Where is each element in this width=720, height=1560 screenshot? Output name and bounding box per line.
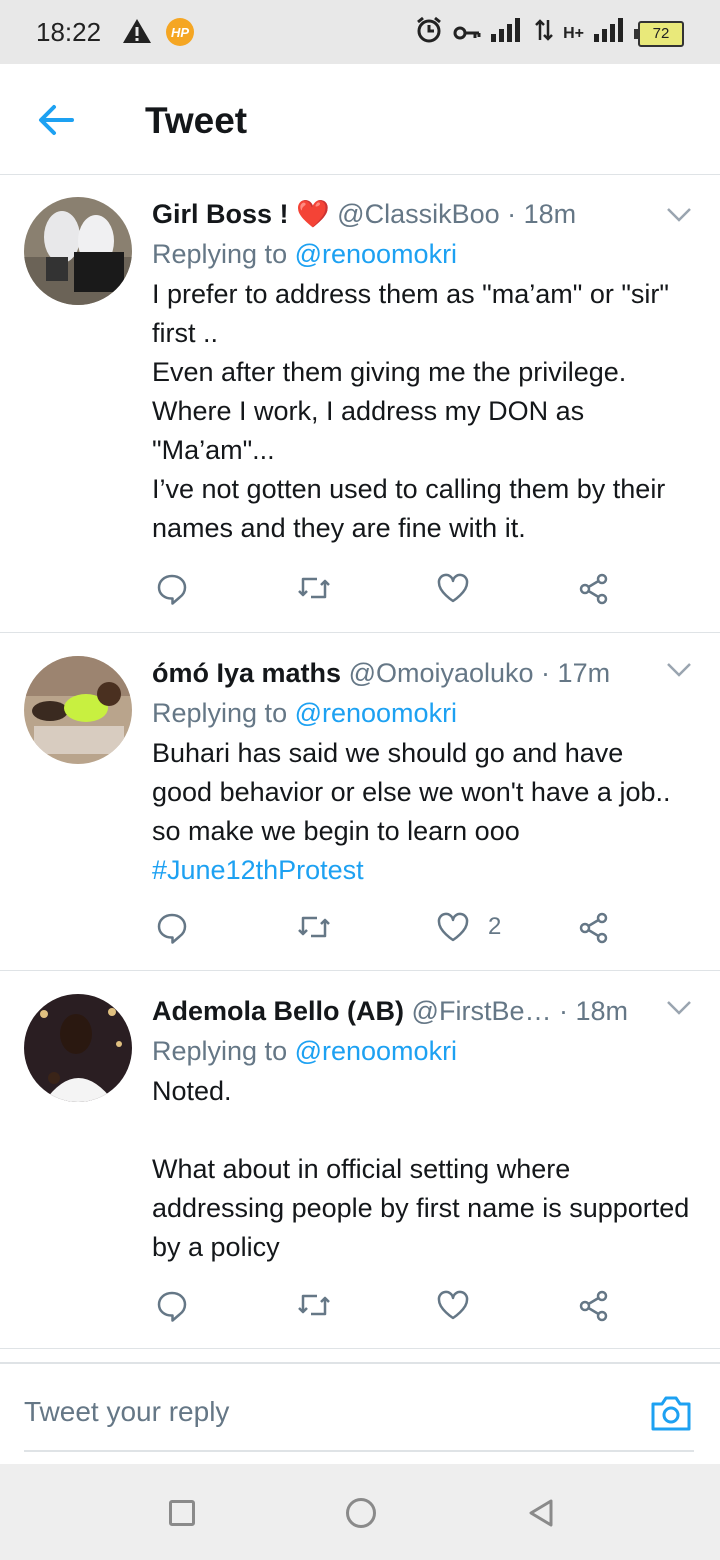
battery-level: 72 xyxy=(652,25,670,42)
back-button[interactable] xyxy=(36,102,76,138)
reply-icon xyxy=(157,913,187,944)
recents-button[interactable] xyxy=(169,1500,195,1526)
tweet-text-content: Buhari has said we should go and have go… xyxy=(152,738,671,846)
chevron-down-icon[interactable] xyxy=(666,207,692,223)
camera-button[interactable] xyxy=(650,1394,692,1432)
retweet-icon xyxy=(298,916,330,938)
display-name[interactable]: Girl Boss ! ❤️ xyxy=(152,199,330,229)
tweet-text: I prefer to address them as "ma’am" or "… xyxy=(152,279,670,543)
tweet-actions xyxy=(152,573,692,613)
share-button[interactable] xyxy=(578,573,610,605)
share-icon xyxy=(579,912,608,944)
back-triangle-icon xyxy=(529,1499,553,1527)
heart-icon xyxy=(437,912,469,942)
camera-icon xyxy=(651,1396,691,1431)
chevron-down-icon[interactable] xyxy=(666,662,692,678)
retweet-button[interactable] xyxy=(296,573,332,603)
share-icon xyxy=(579,1290,608,1322)
avatar[interactable] xyxy=(24,197,132,305)
retweet-button[interactable] xyxy=(296,912,332,942)
reply-placeholder: Tweet your reply xyxy=(24,1396,230,1427)
like-button[interactable] xyxy=(436,573,480,603)
mention-link[interactable]: @renoomokri xyxy=(295,698,457,728)
tweet-header: ómó Iya maths @Omoiyaoluko · 17m xyxy=(152,656,690,690)
chevron-down-icon[interactable] xyxy=(666,1000,692,1016)
reply-button[interactable] xyxy=(156,573,188,605)
mention-link[interactable]: @renoomokri xyxy=(295,1036,457,1066)
heart-icon xyxy=(437,573,469,603)
like-count: 2 xyxy=(488,913,502,940)
tweet-text: Noted. What about in official setting wh… xyxy=(152,1076,690,1262)
status-time: 18:22 xyxy=(36,17,102,47)
like-button[interactable]: 2 xyxy=(436,912,501,942)
avatar[interactable] xyxy=(24,656,132,764)
replying-to-label: Replying to xyxy=(152,698,295,728)
replying-to: Replying to @renoomokri xyxy=(152,237,690,271)
tweet-actions: 2 xyxy=(152,912,692,952)
retweet-button[interactable] xyxy=(296,1290,332,1320)
share-button[interactable] xyxy=(578,912,610,944)
share-button[interactable] xyxy=(578,1290,610,1322)
handle-and-time: @Omoiyaoluko · 17m xyxy=(348,658,611,688)
reply-button[interactable] xyxy=(156,912,188,944)
heart-icon xyxy=(437,1290,469,1320)
reply-icon xyxy=(157,574,187,605)
handle-and-time: @ClassikBoo · 18m xyxy=(337,199,577,229)
tweet-header: Ademola Bello (AB) @FirstBe… · 18m xyxy=(152,994,690,1028)
display-name[interactable]: ómó Iya maths xyxy=(152,658,341,688)
alarm-icon xyxy=(415,16,443,51)
replying-to-label: Replying to xyxy=(152,1036,295,1066)
mention-link[interactable]: @renoomokri xyxy=(295,239,457,269)
replying-to-label: Replying to xyxy=(152,239,295,269)
arrow-left-icon xyxy=(39,105,74,135)
reply-button[interactable] xyxy=(156,1290,188,1322)
reply-input[interactable]: Tweet your reply xyxy=(24,1382,694,1452)
tweet-2[interactable]: ómó Iya maths @Omoiyaoluko · 17m Replyin… xyxy=(0,632,720,971)
signal-icon xyxy=(491,18,525,49)
app-notification-icon: HP xyxy=(166,18,194,46)
tweet-text: Buhari has said we should go and have go… xyxy=(152,734,690,890)
reply-bar: Tweet your reply xyxy=(0,1362,720,1464)
signal-icon-2 xyxy=(594,18,628,49)
replying-to: Replying to @renoomokri xyxy=(152,696,690,730)
hashtag-link[interactable]: #June12thProtest xyxy=(152,855,364,885)
display-name[interactable]: Ademola Bello (AB) xyxy=(152,996,404,1026)
system-back-button[interactable] xyxy=(528,1498,554,1533)
network-type-label: H+ xyxy=(563,24,584,42)
retweet-icon xyxy=(298,1294,330,1316)
handle-and-time: @FirstBe… · 18m xyxy=(411,996,628,1026)
tweet-actions xyxy=(152,1290,692,1330)
data-transfer-icon xyxy=(535,18,553,49)
battery-icon: 72 xyxy=(634,20,684,47)
home-button[interactable] xyxy=(346,1498,376,1528)
tweet-3[interactable]: Ademola Bello (AB) @FirstBe… · 18m Reply… xyxy=(0,970,720,1349)
tweet-header: Girl Boss ! ❤️ @ClassikBoo · 18m xyxy=(152,197,690,231)
top-app-bar: Tweet xyxy=(0,64,720,175)
share-icon xyxy=(579,573,608,605)
retweet-icon xyxy=(298,577,330,599)
replying-to: Replying to @renoomokri xyxy=(152,1034,690,1068)
page-title: Tweet xyxy=(145,100,248,141)
warning-icon xyxy=(122,18,152,51)
key-icon xyxy=(453,18,481,49)
avatar[interactable] xyxy=(24,994,132,1102)
reply-icon xyxy=(157,1291,187,1322)
like-button[interactable] xyxy=(436,1290,480,1320)
status-bar: 18:22 HP H+ 72 xyxy=(0,0,720,64)
tweet-1[interactable]: Girl Boss ! ❤️ @ClassikBoo · 18m Replyin… xyxy=(0,175,720,633)
system-nav-bar xyxy=(0,1464,720,1560)
